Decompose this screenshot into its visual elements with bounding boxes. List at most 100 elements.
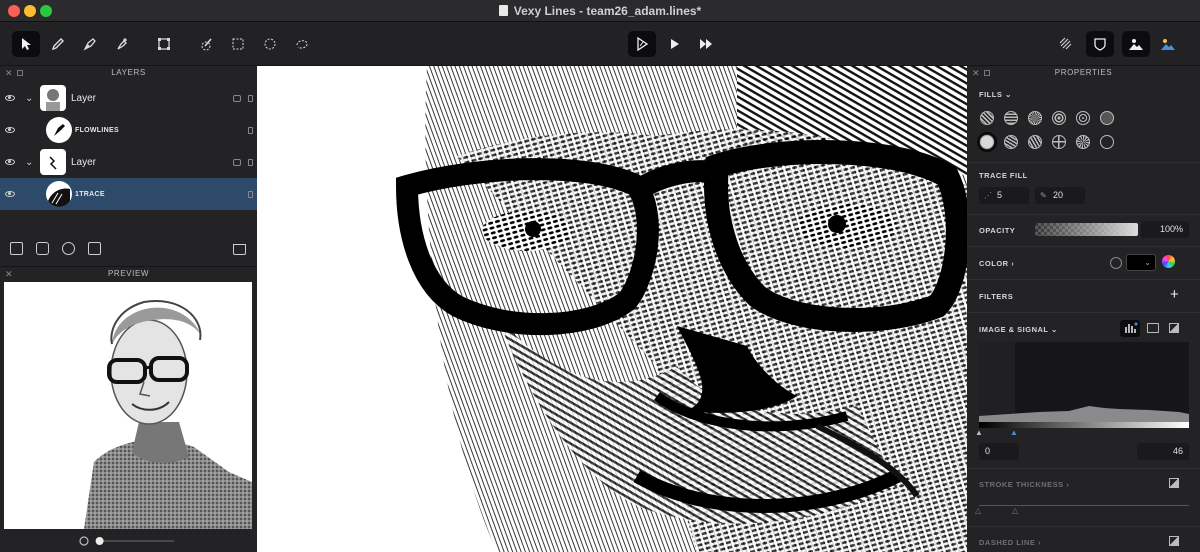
properties-panel: ✕ PROPERTIES FILLS ⌄ TRACE FILL 5 ⋰ 20 ✎… [967, 66, 1200, 552]
brush-tool-button[interactable] [192, 31, 220, 57]
close-panel-icon[interactable]: ✕ [972, 66, 980, 80]
lock-icon[interactable] [248, 126, 253, 134]
rect-select-icon [232, 38, 244, 50]
stroke-max-handle[interactable]: △ [1012, 506, 1018, 515]
select-tool-button[interactable] [12, 31, 40, 57]
trash-icon[interactable] [233, 244, 246, 255]
trace-fill-value2: 20 [1053, 190, 1064, 200]
divider [967, 468, 1200, 469]
lock-icon[interactable] [248, 158, 253, 166]
preview-image [4, 282, 252, 529]
black-point-handle[interactable]: ▲ [975, 428, 983, 437]
histogram-icon [1125, 322, 1138, 333]
image-signal-section-header[interactable]: IMAGE & SIGNAL ⌄ [979, 325, 1058, 334]
ellipse-select-tool-button[interactable] [256, 31, 284, 57]
zoom-slider-knob[interactable] [95, 537, 104, 545]
eye-icon[interactable] [5, 159, 15, 165]
toolbar [0, 22, 1200, 66]
stroke-thickness-section-header[interactable]: STROKE THICKNESS › [979, 480, 1069, 489]
portrait-view-button[interactable] [1122, 31, 1150, 57]
lock-icon[interactable] [248, 190, 253, 198]
main-canvas[interactable] [257, 66, 967, 552]
eye-icon[interactable] [5, 191, 15, 197]
add-image-layer-icon[interactable] [10, 242, 23, 255]
link-icon[interactable] [233, 158, 241, 166]
dashed-line-section-header[interactable]: DASHED LINE › [979, 538, 1041, 547]
play-button[interactable] [660, 31, 688, 57]
lock-icon[interactable] [248, 94, 253, 102]
transform-tool-button[interactable] [150, 31, 178, 57]
radial-fill-icon[interactable] [1028, 111, 1042, 125]
transform-icon [158, 38, 170, 50]
custom-fill-icon[interactable] [1100, 135, 1114, 149]
circular-fill-icon[interactable] [1052, 111, 1066, 125]
eye-icon[interactable] [5, 95, 15, 101]
pen-add-tool-button[interactable] [108, 31, 136, 57]
pen-tool-button[interactable] [76, 31, 104, 57]
landscape-view-button[interactable] [1154, 31, 1182, 57]
detach-panel-icon[interactable] [17, 70, 23, 76]
levels-max-field[interactable]: 46 [1137, 443, 1189, 460]
layer-row[interactable]: FLOWLINES [0, 114, 257, 146]
rect-select-tool-button[interactable] [224, 31, 252, 57]
scribble-fill-icon[interactable] [1028, 135, 1042, 149]
close-panel-icon[interactable]: ✕ [5, 267, 13, 281]
grid-fill-icon[interactable] [1052, 135, 1066, 149]
trace-fill-label: TRACE FILL [979, 171, 1028, 180]
close-panel-icon[interactable]: ✕ [5, 66, 13, 80]
opacity-slider[interactable] [1035, 223, 1138, 236]
contrast-mode-icon[interactable] [1169, 323, 1179, 333]
add-filter-icon[interactable]: + [1170, 286, 1179, 303]
divider [967, 214, 1200, 215]
contrast-mode-icon[interactable] [1169, 536, 1179, 546]
preview-zoom-slider[interactable] [78, 534, 178, 546]
layer-row[interactable]: ⌄ Layer [0, 82, 257, 114]
flow-fill-icon[interactable] [1076, 135, 1090, 149]
link-icon[interactable] [233, 94, 241, 102]
chevron-down-icon[interactable]: ⌄ [25, 157, 33, 168]
trace-fill-icon[interactable] [977, 132, 997, 152]
dashed-line-label: DASHED LINE [979, 538, 1036, 547]
image-mode-icon[interactable] [1147, 323, 1159, 333]
eye-icon[interactable] [5, 127, 15, 133]
divider [967, 246, 1200, 247]
chevron-down-icon[interactable]: ⌄ [25, 93, 33, 104]
layer-row-selected[interactable]: 1TRACE [0, 178, 257, 210]
layer-row[interactable]: ⌄ Layer [0, 146, 257, 178]
stroke-thickness-slider[interactable] [979, 505, 1189, 506]
opacity-value-field[interactable]: 100% [1141, 221, 1189, 238]
color-section-header[interactable]: COLOR › [979, 259, 1014, 268]
white-point-handle[interactable]: ▲ [1010, 428, 1018, 437]
fills-section-header[interactable]: FILLS ⌄ [979, 90, 1012, 99]
chevron-down-icon: ⌄ [1050, 325, 1058, 334]
histogram-chart[interactable] [979, 342, 1189, 422]
contrast-mode-icon[interactable] [1169, 478, 1179, 488]
pen-icon [83, 38, 96, 51]
color-swatch-dropdown[interactable]: ⌄ [1126, 254, 1156, 271]
duplicate-layer-icon[interactable] [88, 242, 101, 255]
opacity-value: 100% [1159, 224, 1183, 234]
add-layer-icon[interactable] [36, 242, 49, 255]
halftone-fill-icon[interactable] [1004, 135, 1018, 149]
stroke-min-handle[interactable]: △ [975, 506, 981, 515]
lasso-select-tool-button[interactable] [288, 31, 316, 57]
detach-panel-icon[interactable] [984, 70, 990, 76]
solid-fill-icon[interactable] [1100, 111, 1114, 125]
wave-fill-icon[interactable] [1004, 111, 1018, 125]
render-button[interactable] [628, 31, 656, 57]
color-wheel-icon[interactable] [1162, 255, 1175, 268]
fast-forward-button[interactable] [692, 31, 720, 57]
fills-label: FILLS [979, 90, 1003, 99]
spiral-fill-icon[interactable] [1076, 111, 1090, 125]
title-bar: Vexy Lines - team26_adam.lines* [0, 0, 1200, 22]
ellipse-select-icon [264, 38, 276, 50]
pencil-tool-button[interactable] [44, 31, 72, 57]
linear-fill-icon[interactable] [980, 111, 994, 125]
color-picker-icon[interactable] [1110, 257, 1122, 269]
divider [967, 312, 1200, 313]
add-fill-icon[interactable] [62, 242, 75, 255]
histogram-mode-button[interactable] [1120, 320, 1140, 337]
shield-view-button[interactable] [1086, 31, 1114, 57]
mesh-view-button[interactable] [1052, 31, 1080, 57]
levels-min-field[interactable]: 0 [979, 443, 1019, 460]
